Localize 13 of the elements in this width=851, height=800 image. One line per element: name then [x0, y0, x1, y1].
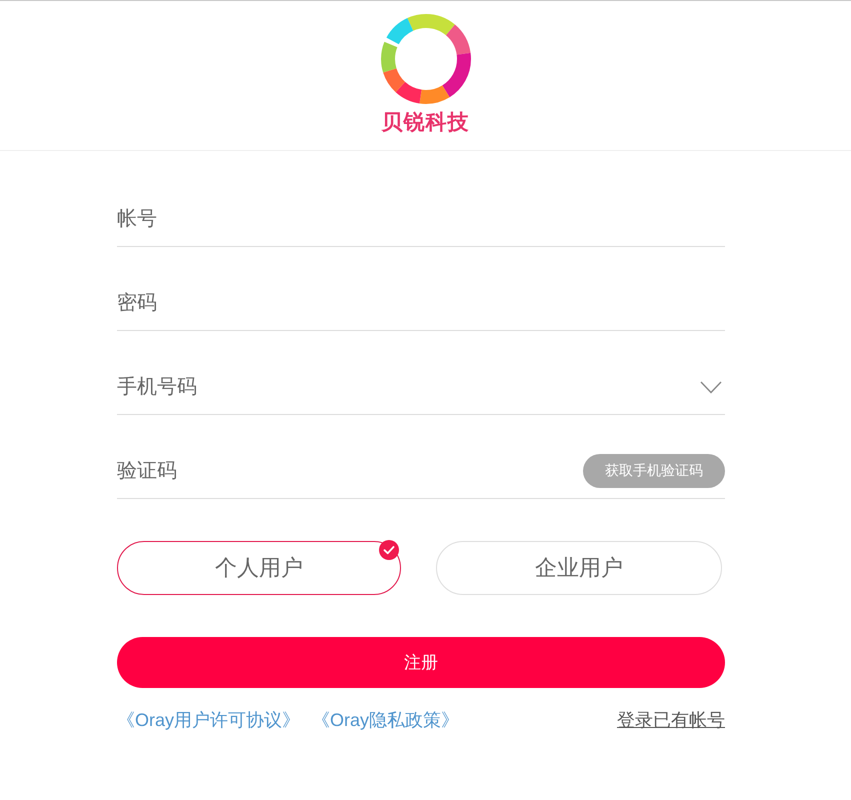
brand-name: 贝锐科技: [382, 110, 470, 136]
register-button[interactable]: 注册: [117, 637, 725, 688]
phone-field[interactable]: 手机号码: [117, 365, 700, 409]
chevron-down-icon[interactable]: [700, 380, 722, 394]
agreement-link[interactable]: 《Oray用户许可协议》: [117, 708, 300, 732]
ring-logo-icon: [380, 14, 470, 104]
agreement-link[interactable]: 《Oray隐私政策》: [312, 708, 460, 732]
password-field[interactable]: 密码: [117, 281, 725, 325]
user-type-option[interactable]: 个人用户: [117, 541, 401, 595]
user-type-option[interactable]: 企业用户: [436, 541, 722, 595]
login-link[interactable]: 登录已有帐号: [617, 708, 725, 732]
check-badge-icon: [379, 540, 399, 560]
account-field[interactable]: 帐号: [117, 197, 725, 241]
